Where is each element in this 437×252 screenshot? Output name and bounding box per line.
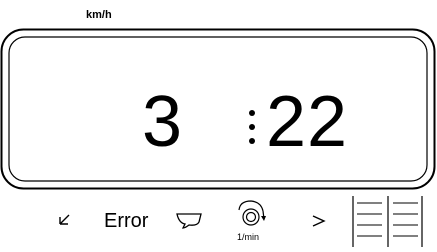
chevron-right-icon[interactable] [312, 214, 326, 232]
tray-icon[interactable] [175, 210, 203, 235]
rpm-unit-label: 1/min [237, 232, 260, 242]
lcd-display: 3 22 [0, 28, 437, 190]
unit-label: km/h [86, 9, 112, 21]
display-frame-border [0, 28, 436, 190]
error-label: Error [104, 210, 149, 232]
display-value-right: 22 [266, 82, 349, 162]
colon-separator [248, 110, 256, 144]
status-bar: Error 1/min [0, 196, 437, 247]
grid-icon[interactable] [352, 196, 424, 252]
chevron-left-icon[interactable] [58, 212, 72, 231]
display-value-left: 3 [142, 82, 184, 162]
